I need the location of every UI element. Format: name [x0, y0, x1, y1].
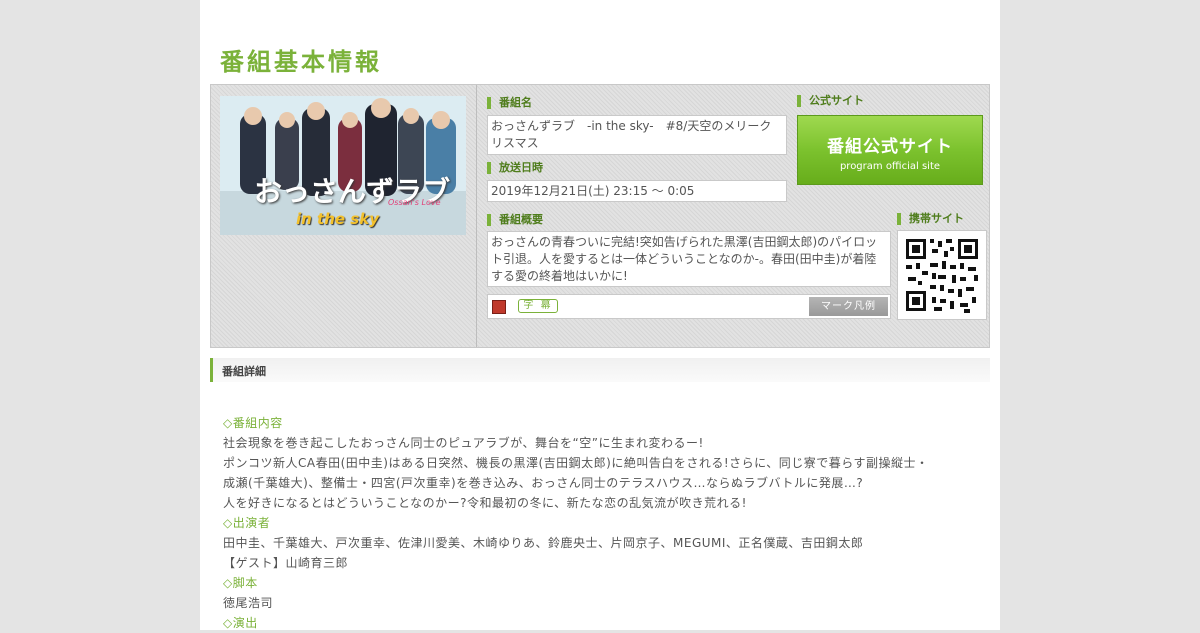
column-divider — [476, 85, 477, 347]
details-text-line: 田中圭、千葉雄大、戸次重幸、佐津川愛美、木崎ゆりあ、鈴鹿央士、片岡京子、MEGU… — [223, 536, 864, 550]
program-name-label: 番組名 — [487, 97, 532, 109]
details-section-heading: ◇番組内容 — [223, 416, 283, 430]
details-section-heading: ◇脚本 — [223, 576, 258, 590]
program-thumbnail: おっさんずラブ Ossan's Love in the sky — [220, 96, 466, 235]
broadcast-mark-icon — [492, 300, 506, 314]
mark-legend-button[interactable]: マーク凡例 — [809, 297, 888, 316]
thumbnail-subtitle: in the sky — [296, 210, 379, 228]
program-details-header: 番組詳細 — [210, 358, 990, 382]
program-details-content: ◇番組内容社会現象を巻き起こしたおっさん同士のピュアラブが、舞台を“空”に生まれ… — [223, 413, 983, 633]
program-details-title: 番組詳細 — [222, 365, 266, 378]
official-site-button-sub: program official site — [839, 161, 941, 172]
caption-mark: 字 幕 — [518, 299, 558, 313]
details-text-line: 人を好きになるとはどういうことなのかー?令和最初の冬に、新たな恋の乱気流が吹き荒… — [223, 496, 747, 510]
details-text-line: ポンコツ新人CA春田(田中圭)はある日突然、機長の黒澤(吉田鋼太郎)に絶叫告白を… — [223, 456, 929, 470]
broadcast-datetime-field: 2019年12月21日(土) 23:15 ～ 0:05 — [487, 180, 787, 202]
mobile-site-label: 携帯サイト — [897, 213, 964, 225]
program-summary-label: 番組概要 — [487, 214, 543, 226]
details-section-heading: ◇演出 — [223, 616, 258, 630]
official-site-button-main: 番組公式サイト — [827, 137, 953, 157]
official-site-button[interactable]: 番組公式サイト program official site — [797, 115, 983, 185]
broadcast-datetime-label: 放送日時 — [487, 162, 543, 174]
details-text-line: 【ゲスト】山崎育三郎 — [223, 556, 349, 570]
thumbnail-script: Ossan's Love — [388, 198, 441, 207]
program-marks-bar: 字 幕 マーク凡例 — [487, 294, 891, 319]
details-section-heading: ◇出演者 — [223, 516, 271, 530]
qr-code-icon — [898, 231, 986, 319]
program-summary-field: おっさんの青春ついに完結!突如告げられた黒澤(吉田鋼太郎)のパイロット引退。人を… — [487, 231, 891, 287]
program-info-box: おっさんずラブ Ossan's Love in the sky 番組名 おっさん… — [210, 84, 990, 348]
mobile-site-qr[interactable] — [897, 230, 987, 320]
page-container: 番組基本情報 おっさんずラブ Ossan's Love in the sky 番… — [200, 0, 1000, 630]
program-name-field: おっさんずラブ -in the sky- #8/天空のメリークリスマス — [487, 115, 787, 155]
official-site-label: 公式サイト — [797, 95, 864, 107]
details-text-line: 社会現象を巻き起こしたおっさん同士のピュアラブが、舞台を“空”に生まれ変わるー! — [223, 436, 704, 450]
details-text-line: 徳尾浩司 — [223, 596, 274, 610]
page-title: 番組基本情報 — [220, 48, 382, 76]
details-text-line: 成瀬(千葉雄大)、整備士・四宮(戸次重幸)を巻き込み、おっさん同士のテラスハウス… — [223, 476, 864, 490]
